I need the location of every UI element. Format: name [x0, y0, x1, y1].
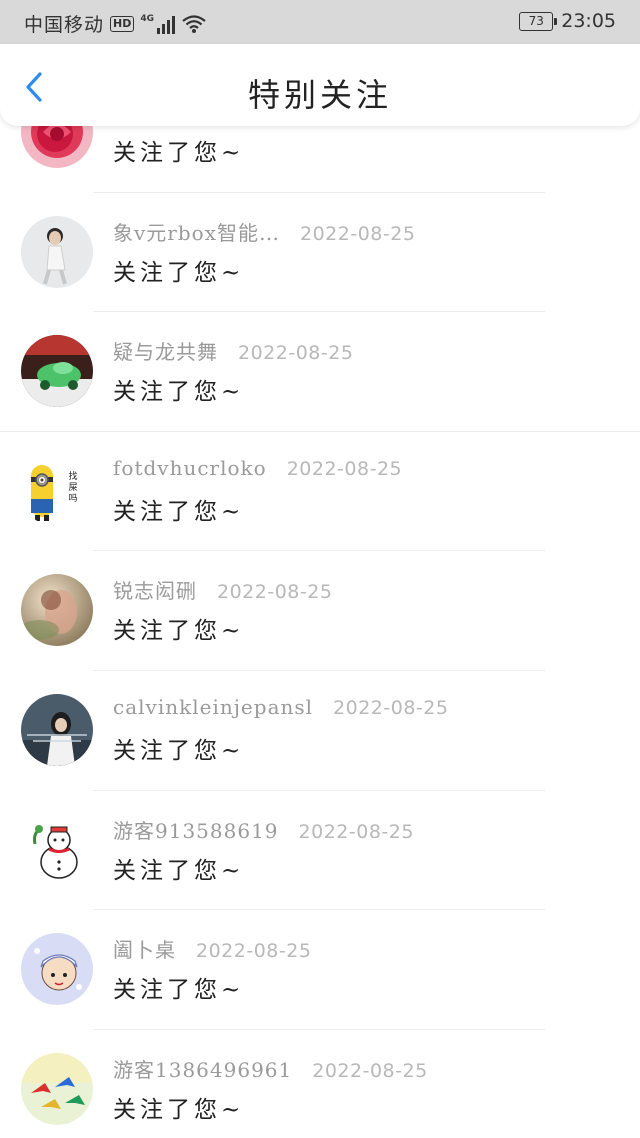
user-name[interactable]: 疑与龙共舞: [113, 336, 218, 365]
snowman-avatar[interactable]: [21, 813, 93, 886]
follow-message: 关注了您~: [113, 977, 245, 1004]
user-name[interactable]: fotdvhucrloko: [113, 456, 267, 480]
avatar-text: 找: [68, 470, 77, 482]
green-toy-car-avatar[interactable]: [21, 335, 93, 408]
follow-message: 关注了您~: [113, 618, 245, 645]
follow-date: 2022-08-25: [299, 222, 416, 245]
follow-message: 关注了您~: [113, 1096, 245, 1123]
wifi-icon: [182, 14, 206, 33]
girl-text-avatar[interactable]: [21, 693, 93, 766]
follow-date: 2022-08-25: [196, 940, 312, 963]
follow-date: 2022-08-25: [312, 1059, 428, 1082]
list-item[interactable]: 游客913588619 2022-08-25 关注了您~: [0, 791, 640, 911]
status-bar: 中国移动 HD 4G 73 23:05: [0, 0, 640, 44]
clock: 23:05: [561, 10, 616, 32]
list-item[interactable]: 阖卜桌 2022-08-25 关注了您~: [0, 910, 640, 1030]
user-name[interactable]: 锐志闳硎: [113, 575, 197, 604]
user-name[interactable]: 游客913588619: [113, 815, 279, 844]
follower-list[interactable]: 关注了您~ 象v元rbox智能… 2022-08-25 关注了您~ 疑与龙共舞 …: [0, 126, 640, 1138]
follow-date: 2022-08-25: [333, 696, 449, 719]
network-type: 4G: [140, 13, 155, 24]
list-item[interactable]: 象v元rbox智能… 2022-08-25 关注了您~: [0, 193, 640, 313]
hd-badge: HD: [110, 15, 135, 32]
follow-message: 关注了您~: [113, 498, 245, 525]
list-item[interactable]: calvinkleinjepansl 2022-08-25 关注了您~: [0, 671, 640, 791]
svg-text:吗: 吗: [68, 493, 77, 504]
follow-message: 关注了您~: [113, 379, 245, 406]
follow-message: 关注了您~: [113, 259, 245, 286]
signal-icon: 4G: [140, 13, 176, 34]
girl-painting-avatar[interactable]: [21, 574, 93, 647]
paper-cranes-avatar[interactable]: [21, 1052, 93, 1125]
user-name[interactable]: calvinkleinjepansl: [113, 695, 313, 719]
page-title: 特别关注: [247, 76, 392, 114]
follow-date: 2022-08-25: [238, 342, 354, 365]
nav-bar: 特别关注: [0, 44, 640, 126]
carrier-label: 中国移动: [24, 14, 105, 36]
list-item[interactable]: 游客1386496961 2022-08-25 关注了您~: [0, 1030, 640, 1138]
boy-photo-avatar[interactable]: [21, 215, 93, 288]
svg-text:屎: 屎: [68, 482, 77, 493]
follow-message: 关注了您~: [113, 737, 245, 764]
battery-icon: 73: [519, 11, 558, 31]
list-item[interactable]: 找 屎 吗 fotdvhucrloko 2022-08-25 关注了您~: [0, 432, 640, 552]
red-rose-avatar[interactable]: [21, 126, 93, 168]
follow-date: 2022-08-25: [298, 820, 414, 843]
user-name[interactable]: 游客1386496961: [113, 1054, 292, 1083]
cartoon-kid-avatar[interactable]: [21, 933, 93, 1006]
minion-avatar[interactable]: 找 屎 吗: [21, 454, 93, 527]
user-name[interactable]: 阖卜桌: [113, 934, 176, 963]
list-item[interactable]: 锐志闳硎 2022-08-25 关注了您~: [0, 551, 640, 671]
follow-date: 2022-08-25: [286, 457, 403, 480]
follow-message: 关注了您~: [113, 857, 245, 884]
user-name[interactable]: 象v元rbox智能…: [113, 217, 280, 246]
follow-message: 关注了您~: [113, 140, 245, 166]
follow-date: 2022-08-25: [217, 581, 333, 604]
list-item[interactable]: 关注了您~: [0, 126, 640, 193]
list-item[interactable]: 疑与龙共舞 2022-08-25 关注了您~: [0, 312, 640, 432]
